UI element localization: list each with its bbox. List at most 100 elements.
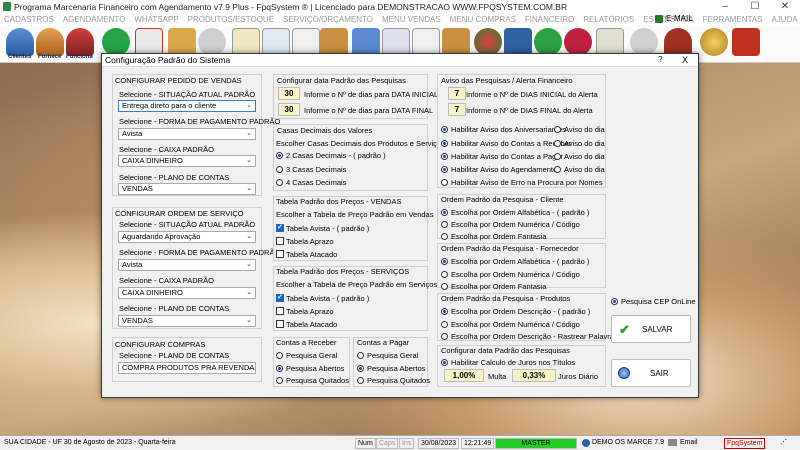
- dia-receber-radio[interactable]: [554, 140, 561, 147]
- chart-icon[interactable]: [474, 28, 502, 56]
- pagar-geral-radio[interactable]: [357, 352, 364, 359]
- calendar-icon[interactable]: [135, 28, 163, 56]
- purchase-icon[interactable]: [412, 28, 440, 56]
- menu-email[interactable]: E-MAIL: [666, 14, 693, 23]
- aviso-erro-radio[interactable]: [441, 179, 448, 186]
- menu-compras[interactable]: MENU COMPRAS: [450, 15, 516, 24]
- fornecedor-alfabetica-radio[interactable]: [441, 258, 448, 265]
- cart-document-icon[interactable]: [292, 28, 320, 56]
- archive-icon[interactable]: [442, 28, 470, 56]
- receber-quitados-radio[interactable]: [276, 377, 283, 384]
- menu-vendas[interactable]: MENU VENDAS: [382, 15, 441, 24]
- vendas-aprazo-checkbox[interactable]: [276, 237, 284, 245]
- aviso-receber-radio[interactable]: [441, 140, 448, 147]
- barcode-icon[interactable]: [198, 28, 226, 56]
- servicos-aprazo-checkbox[interactable]: [276, 307, 284, 315]
- cliente-fantasia-radio[interactable]: [441, 233, 448, 240]
- produtos-numerica-radio[interactable]: [441, 321, 448, 328]
- menu-servico[interactable]: SERVIÇO/ORÇAMENTO: [283, 15, 373, 24]
- aviso-agendamento-radio[interactable]: [441, 166, 448, 173]
- fornecedor-numerica-radio[interactable]: [441, 271, 448, 278]
- dia-pagar-radio[interactable]: [554, 153, 561, 160]
- document-search-icon[interactable]: [262, 28, 290, 56]
- vendas-avista-checkbox[interactable]: [276, 223, 284, 232]
- alerta-inicial-input[interactable]: 7: [448, 87, 466, 100]
- chevron-down-icon: ⌄: [246, 157, 252, 164]
- receber-geral-radio[interactable]: [276, 352, 283, 359]
- dia-agendamento-radio[interactable]: [554, 166, 561, 173]
- servicos-atacado-checkbox[interactable]: [276, 320, 284, 328]
- dia-pagar-label: Aviso do dia: [564, 152, 605, 161]
- produtos-descricao-radio[interactable]: [441, 308, 448, 315]
- status-email[interactable]: Email: [678, 438, 700, 449]
- data-final-input[interactable]: 30: [278, 103, 300, 116]
- funcionarios-icon[interactable]: [66, 28, 94, 56]
- fornecedor-fantasia-label: Escolha por Ordem Fantasia: [451, 282, 547, 291]
- compras-plano-select[interactable]: COMPRA PRODUTOS PRA REVENDA ⌄: [118, 362, 256, 374]
- pedido-plano-select[interactable]: VENDAS ⌄: [118, 183, 256, 195]
- settings-printer-icon[interactable]: [630, 28, 658, 56]
- salvar-button[interactable]: ✔ SALVAR: [611, 315, 691, 343]
- dialog-close-button[interactable]: X: [682, 55, 688, 65]
- juros-habilitar-radio[interactable]: [441, 359, 448, 366]
- juros-input[interactable]: 0,33%: [512, 369, 556, 382]
- aviso-erro-label: Habilitar Aviso de Erro na Procura por N…: [451, 178, 603, 187]
- menu-cadastros[interactable]: CADASTROS: [4, 15, 54, 24]
- clientes-icon[interactable]: [6, 28, 34, 56]
- help-button[interactable]: ?: [658, 55, 662, 64]
- servico-plano-select[interactable]: VENDAS ⌄: [118, 315, 256, 327]
- minimize-icon[interactable]: –: [710, 0, 740, 13]
- pagar-abertos-radio[interactable]: [357, 365, 364, 372]
- menu-agendamento[interactable]: AGENDAMENTO: [63, 15, 126, 24]
- chevron-down-icon: ⌄: [246, 102, 252, 109]
- decimais-4-radio[interactable]: [276, 179, 283, 186]
- monitor-icon[interactable]: [352, 28, 380, 56]
- servico-situacao-select[interactable]: Aguardando Aprovação ⌄: [118, 231, 256, 243]
- pedido-situacao-select[interactable]: Entrega direto para o cliente ⌄: [118, 100, 256, 112]
- decimais-2-radio[interactable]: [276, 152, 283, 159]
- fornecedor-fantasia-radio[interactable]: [441, 283, 448, 290]
- menu-whatsapp[interactable]: WHATSAPP: [134, 15, 178, 24]
- report-icon[interactable]: [382, 28, 410, 56]
- data-inicial-input[interactable]: 30: [278, 87, 300, 100]
- pagar-quitados-radio[interactable]: [357, 377, 364, 384]
- menu-ferramentas[interactable]: FERRAMENTAS: [703, 15, 763, 24]
- cliente-numerica-radio[interactable]: [441, 221, 448, 228]
- produtos-rastrear-radio[interactable]: [441, 333, 448, 340]
- servicos-avista-checkbox[interactable]: [276, 293, 284, 302]
- money-red-icon[interactable]: [564, 28, 592, 56]
- menu-ajuda[interactable]: AJUDA: [771, 15, 797, 24]
- cliente-alfabetica-radio[interactable]: [441, 209, 448, 216]
- cash-icon[interactable]: [596, 28, 624, 56]
- decimais-3-radio[interactable]: [276, 166, 283, 173]
- aviso-aniversariantes-radio[interactable]: [441, 126, 448, 133]
- receber-abertos-radio[interactable]: [276, 365, 283, 372]
- menu-produtos[interactable]: PRODUTOS/ESTOQUE: [188, 15, 274, 24]
- money-green-icon[interactable]: [534, 28, 562, 56]
- fornecedores-icon[interactable]: [36, 28, 64, 56]
- menu-financeiro[interactable]: FINANCEIRO: [525, 15, 574, 24]
- folder-icon[interactable]: [320, 28, 348, 56]
- close-window-icon[interactable]: ✕: [770, 0, 800, 13]
- order-icon[interactable]: [232, 28, 260, 56]
- alerta-final-input[interactable]: 7: [448, 103, 466, 116]
- dia-aniversariantes-radio[interactable]: [554, 126, 561, 133]
- sair-button[interactable]: SAIR: [611, 359, 691, 387]
- vendas-atacado-checkbox[interactable]: [276, 250, 284, 258]
- pedido-pagamento-select[interactable]: Avista ⌄: [118, 128, 256, 140]
- servico-pagamento-select[interactable]: Avista ⌄: [118, 259, 256, 271]
- exit-icon[interactable]: [732, 28, 760, 56]
- books-icon[interactable]: [504, 28, 532, 56]
- whatsapp-icon[interactable]: [102, 28, 130, 56]
- servico-caixa-select[interactable]: CAIXA DINHEIRO ⌄: [118, 287, 256, 299]
- coins-icon[interactable]: [700, 28, 728, 56]
- cep-online-radio[interactable]: [611, 298, 618, 305]
- aviso-pagar-radio[interactable]: [441, 153, 448, 160]
- boxes-icon[interactable]: [168, 28, 196, 56]
- user-icon[interactable]: [664, 28, 692, 56]
- multa-input[interactable]: 1,00%: [444, 369, 484, 382]
- pedido-caixa-select[interactable]: CAIXA DINHEIRO ⌄: [118, 155, 256, 167]
- maximize-icon[interactable]: ☐: [740, 0, 770, 13]
- menu-relatorios[interactable]: RELATÓRIOS: [583, 15, 634, 24]
- resize-grip-icon[interactable]: ⋰: [778, 438, 798, 449]
